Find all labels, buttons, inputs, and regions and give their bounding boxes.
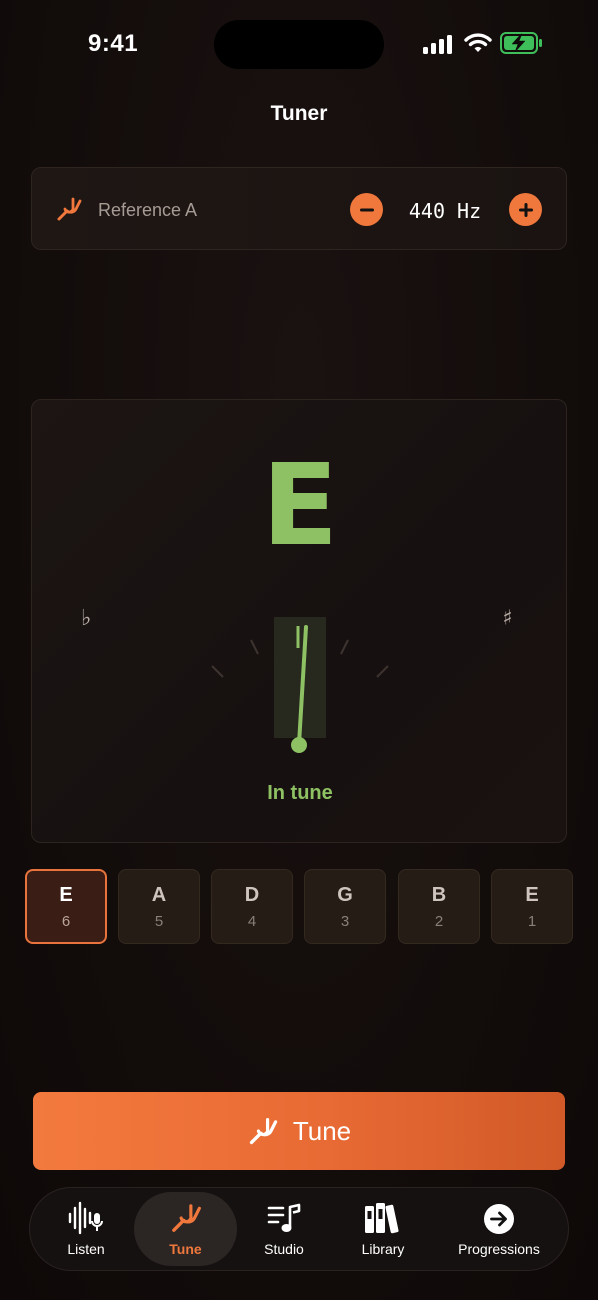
tuner-panel: E ♭ ♯ In tune [31, 399, 567, 843]
string-number: 2 [434, 912, 444, 930]
music-list-icon [267, 1203, 301, 1232]
string-number: 4 [247, 912, 257, 930]
string-button-b2[interactable]: B 2 [398, 869, 480, 944]
string-button-e6[interactable]: E 6 [25, 869, 107, 944]
tuning-meter [211, 617, 389, 753]
increase-pitch-button[interactable] [509, 193, 542, 226]
tuner-screen: 9:41 Tuner Reference A 440 Hz E ♭ ♯ In t… [0, 0, 598, 1300]
decrease-pitch-button[interactable] [350, 193, 383, 226]
string-name: E [525, 883, 539, 906]
reference-label: Reference A [98, 200, 198, 220]
tuning-fork-icon [249, 1117, 278, 1145]
minus-icon [359, 208, 374, 211]
string-button-a5[interactable]: A 5 [118, 869, 200, 944]
tab-label: Progressions [458, 1241, 540, 1257]
string-number: 6 [61, 912, 71, 930]
string-number: 1 [527, 912, 537, 930]
string-name: D [244, 883, 260, 906]
string-name: A [151, 883, 167, 906]
tab-progressions[interactable]: Progressions [444, 1192, 554, 1266]
string-button-g3[interactable]: G 3 [304, 869, 386, 944]
wifi-icon [464, 33, 492, 52]
tab-label: Studio [264, 1241, 304, 1257]
string-name: G [337, 883, 353, 906]
plus-icon [518, 202, 533, 217]
string-button-d4[interactable]: D 4 [211, 869, 293, 944]
tab-listen[interactable]: Listen [44, 1192, 128, 1266]
meter-tick [211, 665, 224, 678]
tab-library[interactable]: Library [340, 1192, 426, 1266]
string-button-e1[interactable]: E 1 [491, 869, 573, 944]
tab-label: Library [361, 1241, 405, 1257]
meter-tick [250, 639, 259, 655]
string-number: 5 [154, 912, 164, 930]
page-title: Tuner [270, 102, 328, 125]
arrow-right-circle-icon [484, 1204, 514, 1234]
battery-charging-icon [500, 32, 542, 54]
tab-label: Listen [67, 1241, 105, 1257]
dynamic-island [214, 20, 384, 69]
meter-tick [340, 639, 349, 655]
tune-button[interactable]: Tune [33, 1092, 565, 1170]
tuning-fork-icon [171, 1204, 201, 1232]
tab-studio[interactable]: Studio [242, 1192, 326, 1266]
meter-tick [376, 665, 389, 678]
string-name: B [431, 883, 447, 906]
reference-value: 440 Hz [408, 199, 482, 223]
string-number: 3 [340, 912, 350, 930]
books-icon [365, 1203, 399, 1234]
tab-bar: Listen Tune Studio Library Progressions [29, 1187, 569, 1271]
tuning-fork-icon [57, 197, 82, 221]
reference-pitch-card: Reference A 440 Hz [31, 167, 567, 250]
tuning-status: In tune [267, 782, 333, 804]
tab-label: Tune [169, 1241, 202, 1257]
tune-button-label: Tune [292, 1115, 352, 1146]
status-time: 9:41 [88, 30, 139, 57]
cellular-signal-icon [423, 35, 452, 54]
tab-tune[interactable]: Tune [134, 1192, 237, 1266]
string-name: E [59, 883, 73, 906]
waveform-mic-icon [68, 1201, 103, 1235]
